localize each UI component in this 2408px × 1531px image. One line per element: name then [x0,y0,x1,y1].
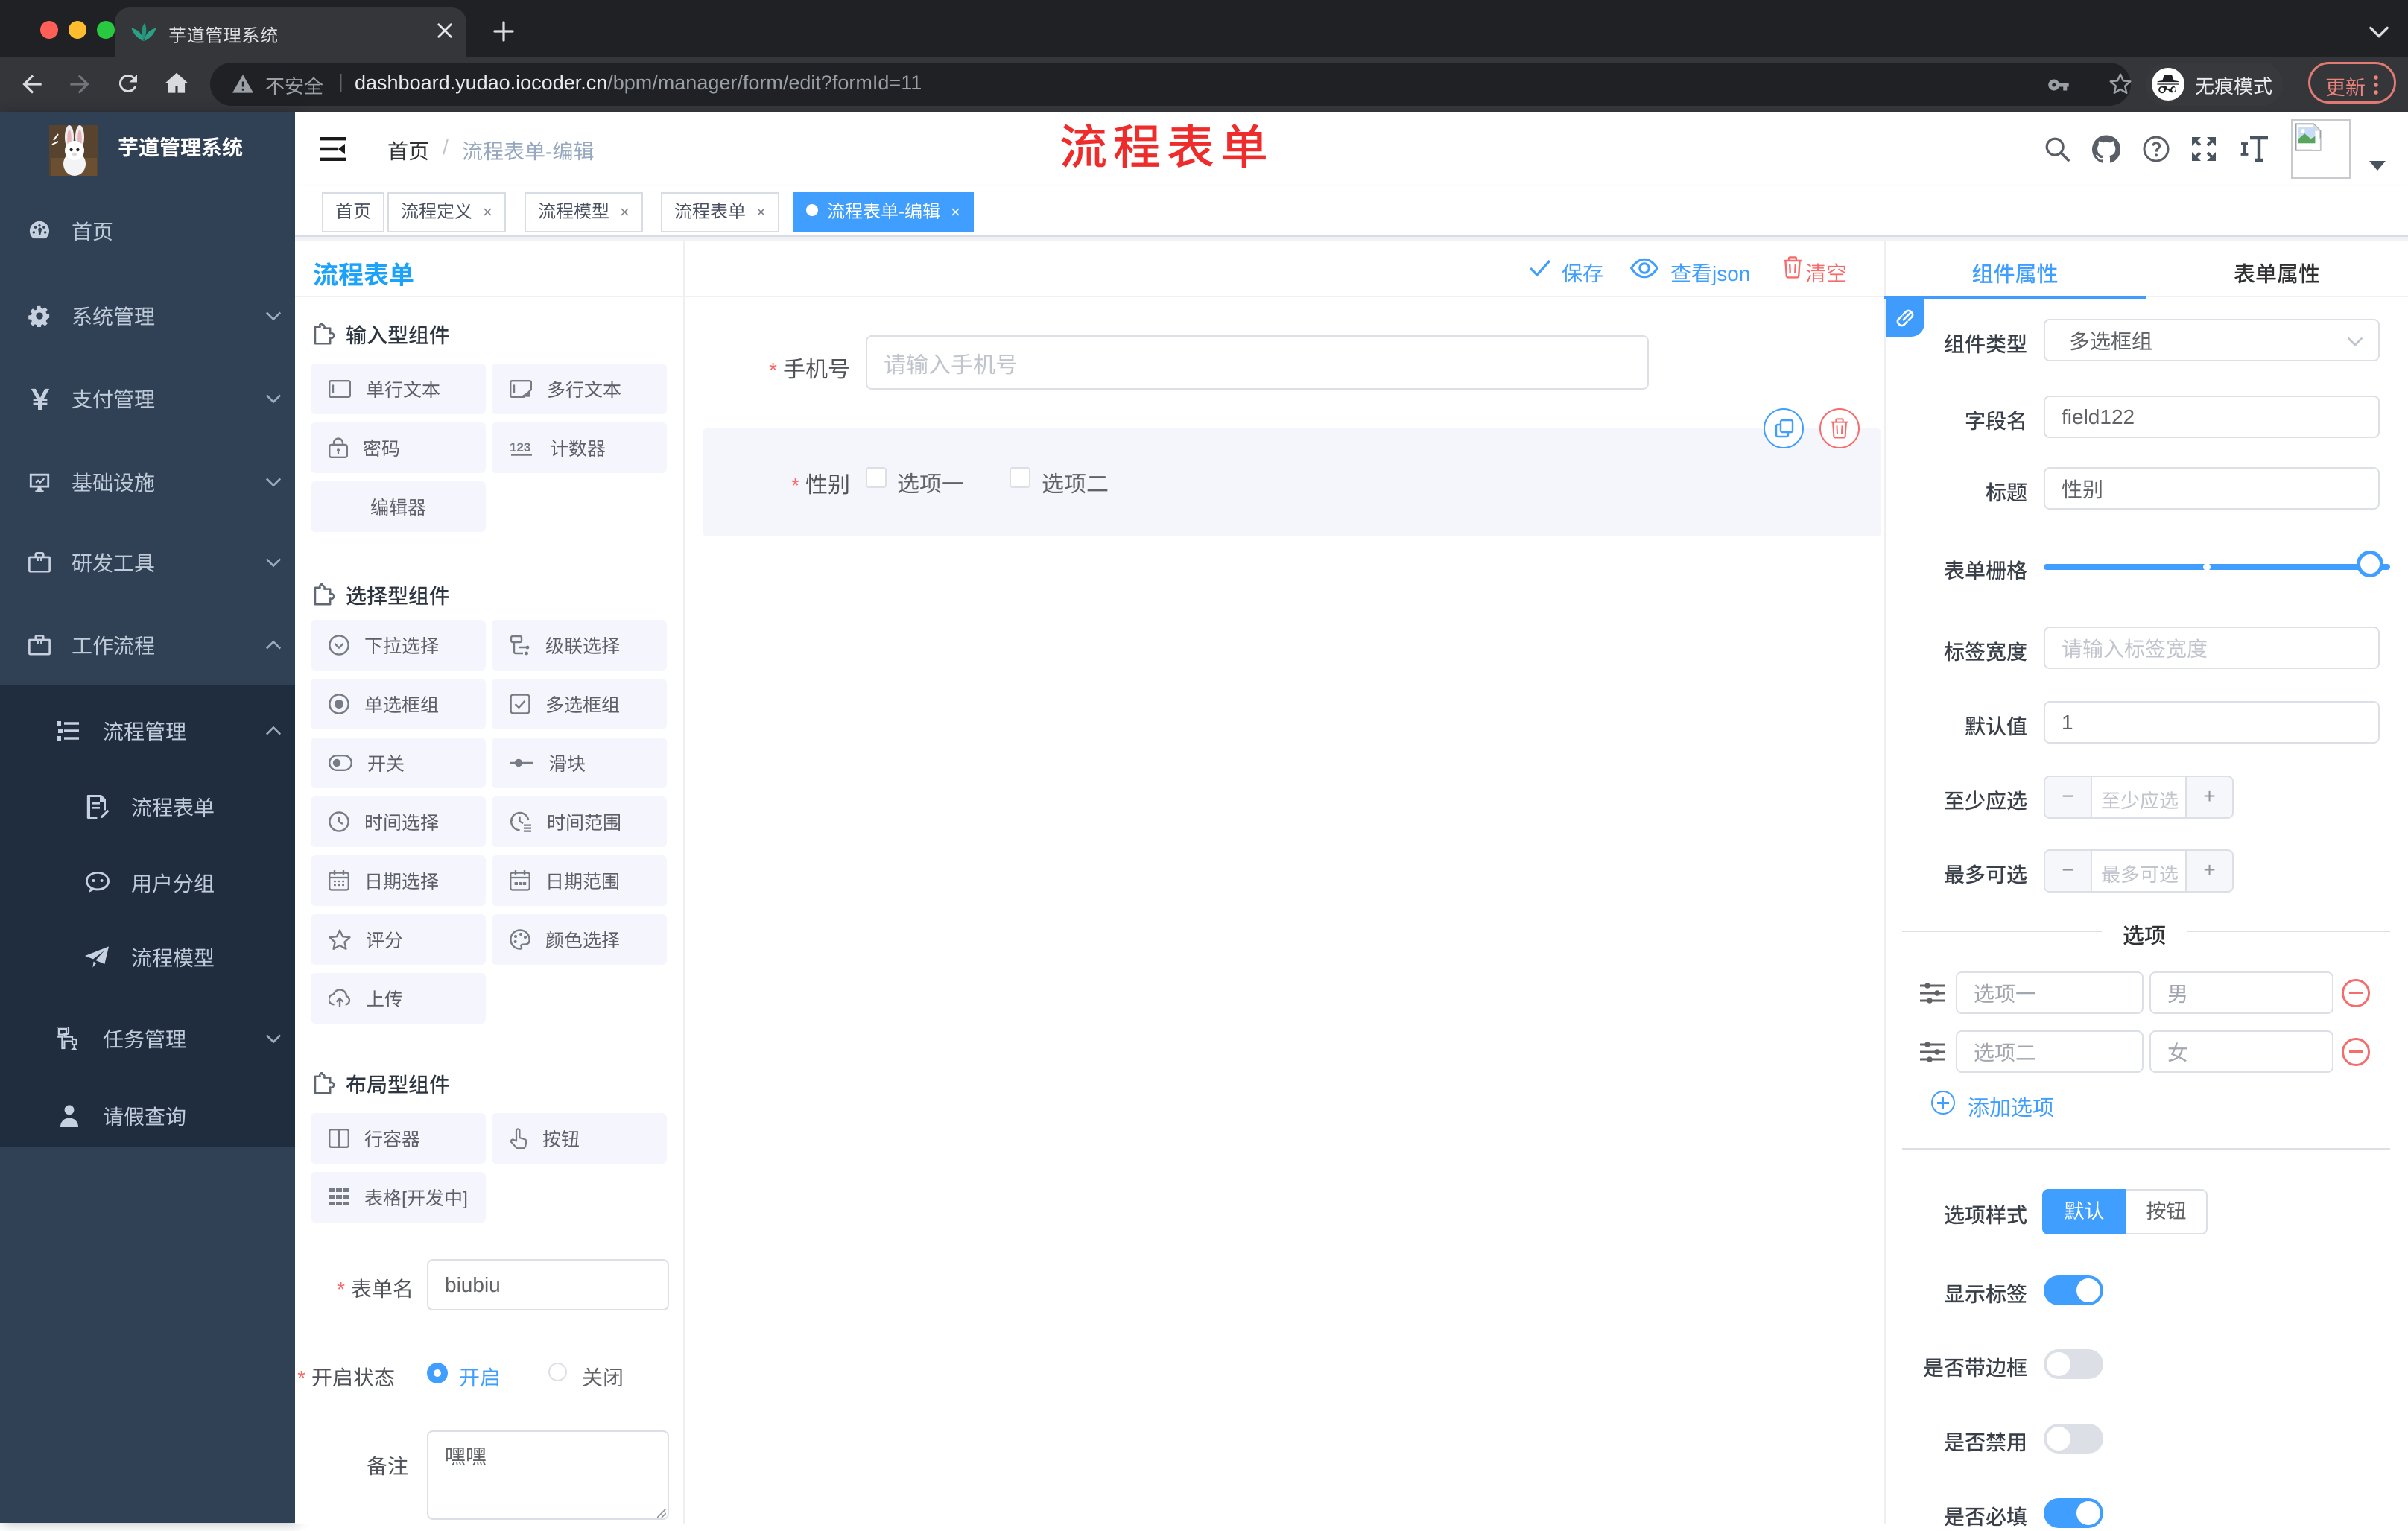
svg-text:123: 123 [510,440,530,454]
